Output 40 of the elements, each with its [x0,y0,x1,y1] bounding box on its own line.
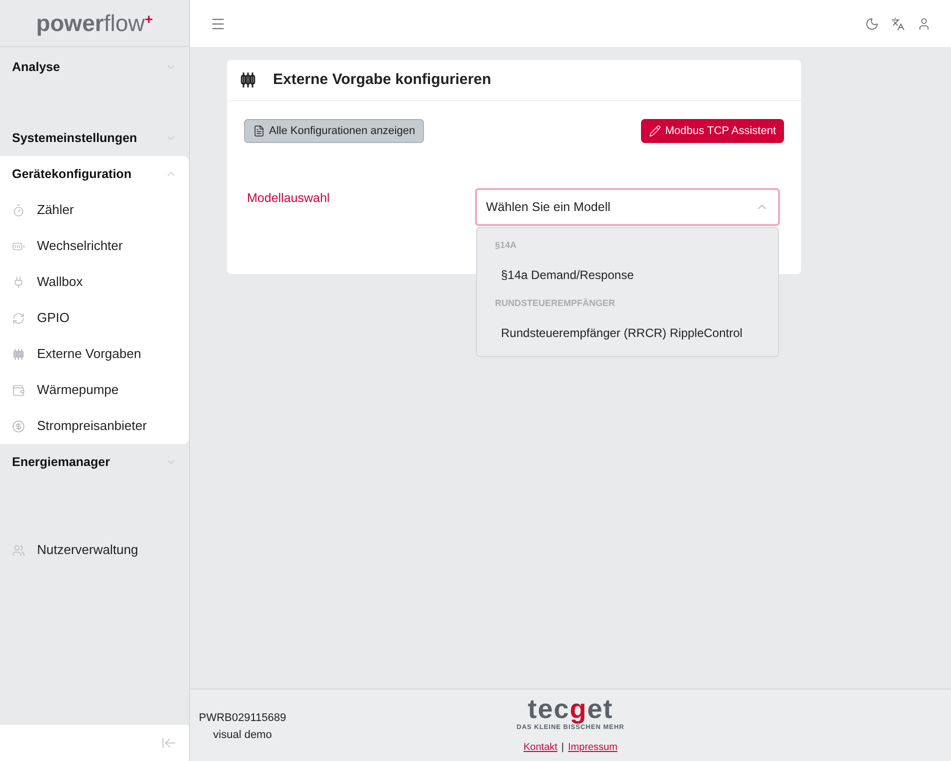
dropdown-option[interactable]: Rundsteuerempfänger (RRCR) RippleControl [477,316,778,350]
dollar-icon [12,420,25,432]
sidebar-section[interactable]: Energiemanager [0,444,189,480]
document-icon [253,125,265,137]
contact-link[interactable]: Kontakt [524,740,558,756]
field-label: Modellauswahl [247,190,331,207]
group-label: §14A [495,239,517,252]
pillars-icon [12,348,25,360]
user-button[interactable] [917,16,931,30]
refresh-icon [12,312,25,324]
mode-label: visual demo [213,728,272,742]
modbus-assistant-button[interactable]: Modbus TCP Assistent [641,119,784,143]
logo: powerflow+ [36,12,153,34]
users-icon [12,544,25,556]
dark-mode-button[interactable] [865,16,879,30]
show-configurations-button[interactable]: Alle Konfigurationen anzeigen [244,119,424,143]
sidebar-section[interactable]: Analyse [0,49,189,85]
sidebar-section[interactable]: Gerätekonfiguration [0,156,189,192]
sidebar-item[interactable]: Wechselrichter [0,228,189,264]
wallet-icon [12,384,25,396]
sidebar-item[interactable]: Strompreisanbieter [0,408,189,444]
pillars-icon [239,71,257,89]
language-button[interactable] [891,16,905,30]
timer-icon [12,204,25,216]
sidebar-item[interactable]: Nutzerverwaltung [0,532,189,568]
sidebar-item[interactable]: Wallbox [0,264,189,300]
imprint-link[interactable]: Impressum [568,740,618,756]
sidebar-section[interactable]: Systemeinstellungen [0,120,189,156]
group-label: RUNDSTEUEREMPFÄNGER [495,297,616,310]
sidebar-item[interactable]: Zähler [0,192,189,228]
dropdown-option[interactable]: §14a Demand/Response [477,258,778,292]
sidebar-item[interactable]: Externe Vorgaben [0,336,189,372]
plug-icon [12,276,25,288]
sidebar-item[interactable]: GPIO [0,300,189,336]
model-select[interactable]: Wählen Sie ein Modell [475,188,780,226]
link-separator: | [561,741,564,756]
card-title: Externe Vorgabe konfigurieren [273,70,492,90]
sidebar-item[interactable]: Wärmepumpe [0,372,189,408]
serial-number: PWRB029115689 [198,711,286,726]
pencil-icon [649,125,662,137]
